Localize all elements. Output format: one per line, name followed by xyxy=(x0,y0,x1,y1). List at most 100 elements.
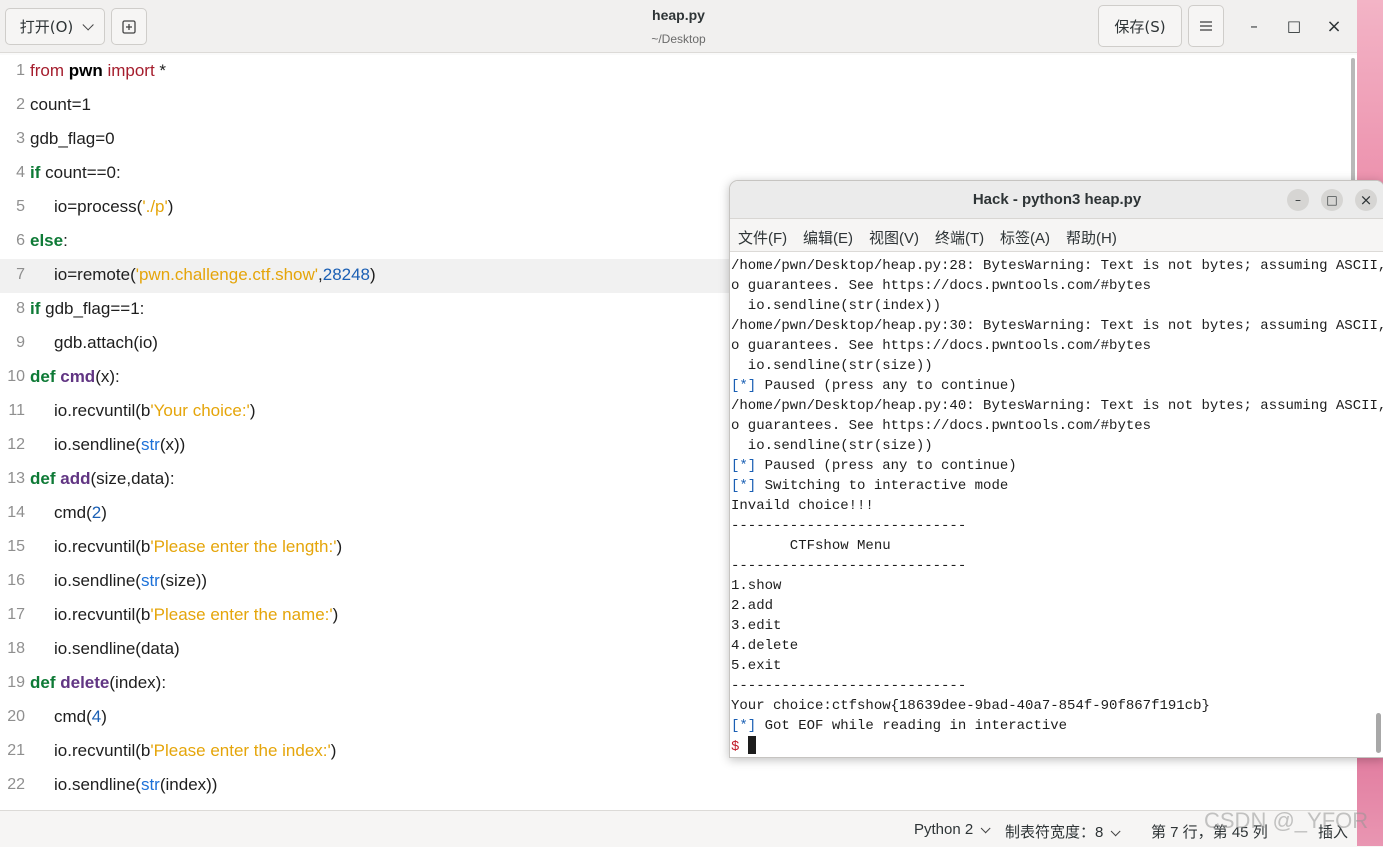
line-number: 2 xyxy=(16,96,25,113)
code-token: count==0: xyxy=(40,163,121,182)
terminal-minimize-button[interactable]: – xyxy=(1287,189,1309,211)
code-text: count=1 xyxy=(30,95,91,115)
terminal-close-button[interactable]: × xyxy=(1355,189,1377,211)
hamburger-icon xyxy=(1200,21,1212,31)
minimize-button[interactable]: – xyxy=(1240,12,1268,40)
editor-scrollbar[interactable] xyxy=(1351,58,1355,188)
code-token: io.sendline( xyxy=(54,775,141,794)
status-prefix: [*] xyxy=(731,718,757,734)
code-token: import xyxy=(102,61,155,80)
terminal-text: /home/pwn/Desktop/heap.py:30: BytesWarni… xyxy=(731,318,1383,334)
line-number: 18 xyxy=(7,640,25,657)
close-icon: × xyxy=(1359,191,1373,209)
language-selector[interactable]: Python 2 xyxy=(914,821,991,838)
terminal-text: ---------------------------- xyxy=(731,678,967,694)
code-line[interactable]: 22 io.sendline(str(index)) xyxy=(0,769,1357,803)
terminal-menu-item[interactable]: 文件(F) xyxy=(738,227,787,248)
code-token: 'Please enter the index:' xyxy=(150,741,331,760)
watermark: CSDN @_YFOR xyxy=(1204,808,1369,833)
code-token: ) xyxy=(330,741,337,760)
line-number: 8 xyxy=(16,300,25,317)
code-token: ) xyxy=(101,707,107,726)
terminal-menu-item[interactable]: 帮助(H) xyxy=(1066,227,1117,248)
terminal-maximize-button[interactable]: □ xyxy=(1321,189,1343,211)
code-token: io.recvuntil(b xyxy=(54,605,151,624)
line-number: 12 xyxy=(7,436,25,453)
terminal-line: Your choice:ctfshow{18639dee-9bad-40a7-8… xyxy=(731,696,1210,716)
code-text: from pwn import * xyxy=(30,61,166,81)
terminal-line: /home/pwn/Desktop/heap.py:40: BytesWarni… xyxy=(731,396,1383,416)
line-number: 5 xyxy=(16,198,25,215)
terminal-line: CTFshow Menu xyxy=(731,536,891,556)
terminal-menu-item[interactable]: 视图(V) xyxy=(869,227,919,248)
line-number: 4 xyxy=(16,164,25,181)
terminal-line: ---------------------------- xyxy=(731,676,966,696)
code-line[interactable]: 2 count=1 xyxy=(0,89,1357,123)
terminal-menu-item[interactable]: 终端(T) xyxy=(935,227,984,248)
terminal-text: Your choice:ctfshow{18639dee-9bad-40a7-8… xyxy=(731,698,1210,714)
terminal-output[interactable]: /home/pwn/Desktop/heap.py:28: BytesWarni… xyxy=(730,253,1383,757)
save-button[interactable]: 保存(S) xyxy=(1098,5,1182,47)
tab-width-selector[interactable]: 制表符宽度：8 xyxy=(1005,821,1121,842)
terminal-line: ---------------------------- xyxy=(731,556,966,576)
close-button[interactable]: × xyxy=(1320,12,1348,40)
code-token: delete xyxy=(60,673,110,692)
terminal-menu-item[interactable]: 编辑(E) xyxy=(803,227,853,248)
status-prefix: [*] xyxy=(731,458,757,474)
code-line[interactable]: 1 from pwn import * xyxy=(0,55,1357,89)
code-token: def xyxy=(30,367,61,386)
terminal-line: [*] Paused (press any to continue) xyxy=(731,456,1017,476)
maximize-icon: □ xyxy=(1326,193,1338,207)
code-token: 28248 xyxy=(322,265,371,284)
code-token: io.sendline( xyxy=(54,435,141,454)
code-token: ) xyxy=(167,197,174,216)
line-number: 16 xyxy=(7,572,25,589)
code-token: gdb_flag==1: xyxy=(40,299,145,318)
terminal-line: [*] Paused (press any to continue) xyxy=(731,376,1017,396)
save-button-label: 保存(S) xyxy=(1114,17,1166,36)
terminal-line: 2.add xyxy=(731,596,773,616)
code-token: cmd( xyxy=(54,707,92,726)
code-text: io.recvuntil(b'Your choice:') xyxy=(30,401,255,421)
terminal-line: /home/pwn/Desktop/heap.py:30: BytesWarni… xyxy=(731,316,1383,336)
status-bar: Python 2 制表符宽度：8 第 7 行，第 45 列 插入 xyxy=(0,810,1357,847)
code-token: str xyxy=(140,435,160,454)
maximize-button[interactable]: □ xyxy=(1280,12,1308,40)
code-token: from xyxy=(30,61,69,80)
code-token: 4 xyxy=(91,707,102,726)
terminal-prompt-line[interactable]: $ xyxy=(731,736,756,756)
code-text: io.sendline(str(size)) xyxy=(30,571,207,591)
code-text: io=process('./p') xyxy=(30,197,173,217)
line-number: 7 xyxy=(16,266,25,283)
terminal-text: Paused (press any to continue) xyxy=(756,378,1017,394)
code-token: * xyxy=(154,61,167,80)
terminal-text: io.sendline(str(size)) xyxy=(731,358,933,374)
code-token: pwn xyxy=(68,61,103,80)
code-token: io.sendline( xyxy=(54,571,141,590)
line-number: 15 xyxy=(7,538,25,555)
terminal-scrollbar[interactable] xyxy=(1376,713,1381,753)
code-token: ) xyxy=(332,605,339,624)
code-text: io.recvuntil(b'Please enter the length:'… xyxy=(30,537,342,557)
terminal-text: CTFshow Menu xyxy=(731,538,891,554)
code-token: (size,data): xyxy=(90,469,175,488)
terminal-line: 4.delete xyxy=(731,636,798,656)
code-text: io=remote('pwn.challenge.ctf.show',28248… xyxy=(30,265,376,285)
terminal-menu-item[interactable]: 标签(A) xyxy=(1000,227,1050,248)
code-token: cmd xyxy=(60,367,96,386)
terminal-line: 5.exit xyxy=(731,656,781,676)
code-line[interactable]: 3 gdb_flag=0 xyxy=(0,123,1357,157)
code-token: else xyxy=(30,231,64,250)
line-number: 10 xyxy=(7,368,25,385)
terminal-line: /home/pwn/Desktop/heap.py:28: BytesWarni… xyxy=(731,256,1383,276)
terminal-title: Hack - python3 heap.py xyxy=(972,191,1142,208)
code-token: (size)) xyxy=(159,571,208,590)
code-token: (index)) xyxy=(159,775,218,794)
main-menu-button[interactable] xyxy=(1188,5,1224,47)
line-number: 1 xyxy=(16,62,25,79)
terminal-line: Invaild choice!!! xyxy=(731,496,874,516)
terminal-line: o guarantees. See https://docs.pwntools.… xyxy=(731,416,1151,436)
code-token: gdb.attach(io) xyxy=(54,333,158,352)
code-token: ) xyxy=(336,537,343,556)
code-text: io.recvuntil(b'Please enter the name:') xyxy=(30,605,338,625)
